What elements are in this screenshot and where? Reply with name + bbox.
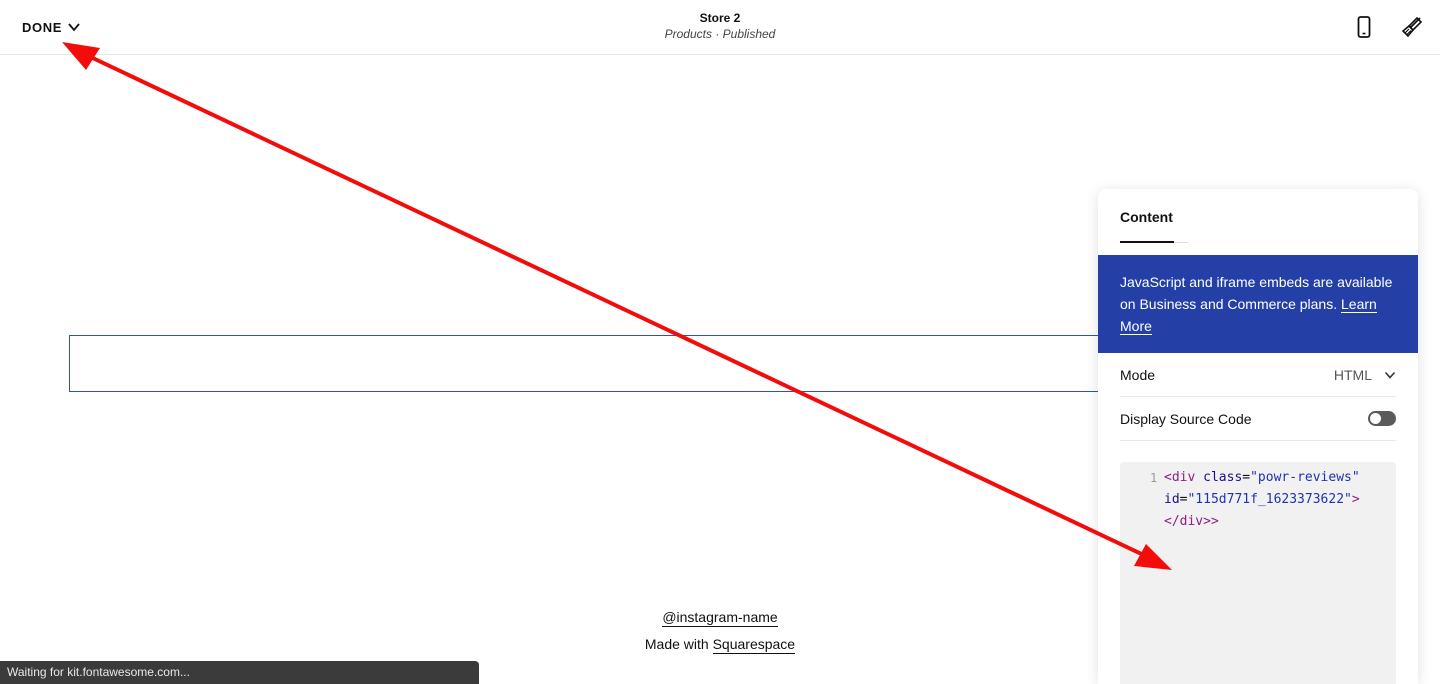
code-block-panel: Content JavaScript and iframe embeds are… bbox=[1098, 189, 1418, 684]
chevron-down-icon bbox=[1384, 371, 1396, 379]
code-open-tag: <div bbox=[1164, 470, 1196, 485]
annotation-arrow-line bbox=[79, 50, 1151, 560]
mobile-preview-button[interactable] bbox=[1352, 15, 1376, 39]
mode-select[interactable]: HTML bbox=[1334, 367, 1396, 383]
display-source-toggle[interactable] bbox=[1368, 411, 1396, 426]
tab-divider bbox=[1174, 242, 1188, 243]
line-number: 1 bbox=[1150, 471, 1158, 485]
mobile-phone-icon bbox=[1357, 16, 1371, 38]
toggle-knob bbox=[1370, 413, 1381, 424]
made-with-text: Made with bbox=[644, 636, 713, 652]
page-subtitle: Products · Published bbox=[664, 27, 776, 41]
squarespace-link[interactable]: Squarespace bbox=[712, 636, 796, 654]
status-text: Waiting for kit.fontawesome.com... bbox=[7, 665, 190, 679]
chevron-down-icon bbox=[68, 23, 80, 32]
embed-block-selected[interactable] bbox=[69, 335, 1109, 392]
instagram-link[interactable]: @instagram-name bbox=[662, 609, 778, 627]
done-button[interactable]: DONE bbox=[22, 17, 81, 37]
done-label: DONE bbox=[22, 19, 62, 35]
design-button[interactable] bbox=[1400, 15, 1424, 39]
tab-active-indicator bbox=[1120, 241, 1174, 243]
display-source-label: Display Source Code bbox=[1120, 410, 1252, 427]
page-title-block: Store 2 Products · Published bbox=[570, 11, 870, 42]
paintbrush-icon bbox=[1401, 16, 1423, 38]
code-editor[interactable]: 1 <div class="powr-reviews" id="115d771f… bbox=[1120, 462, 1396, 684]
tab-content[interactable]: Content bbox=[1120, 209, 1173, 225]
code-id-attr: id bbox=[1164, 492, 1180, 507]
code-close-tag: </div> bbox=[1164, 514, 1211, 529]
footer-instagram: @instagram-name bbox=[560, 609, 880, 627]
page-title: Store 2 bbox=[699, 11, 741, 25]
upgrade-notice: JavaScript and iframe embeds are availab… bbox=[1098, 255, 1418, 353]
mode-value: HTML bbox=[1333, 366, 1372, 383]
display-source-row: Display Source Code bbox=[1120, 397, 1396, 441]
mode-row: Mode HTML bbox=[1120, 353, 1396, 397]
browser-status-bar: Waiting for kit.fontawesome.com... bbox=[0, 661, 479, 684]
code-class-value: "powr-reviews" bbox=[1250, 470, 1360, 485]
mode-label: Mode bbox=[1120, 366, 1156, 383]
footer-made-with: Made with Squarespace bbox=[560, 636, 880, 654]
code-content: <div class="powr-reviews" id="115d771f_1… bbox=[1164, 470, 1360, 529]
code-id-value: "115d771f_1623373622" bbox=[1187, 492, 1352, 507]
top-bar: DONE Store 2 Products · Published bbox=[0, 0, 1440, 55]
code-class-attr: class bbox=[1203, 470, 1243, 485]
panel-tabs: Content bbox=[1098, 189, 1418, 255]
